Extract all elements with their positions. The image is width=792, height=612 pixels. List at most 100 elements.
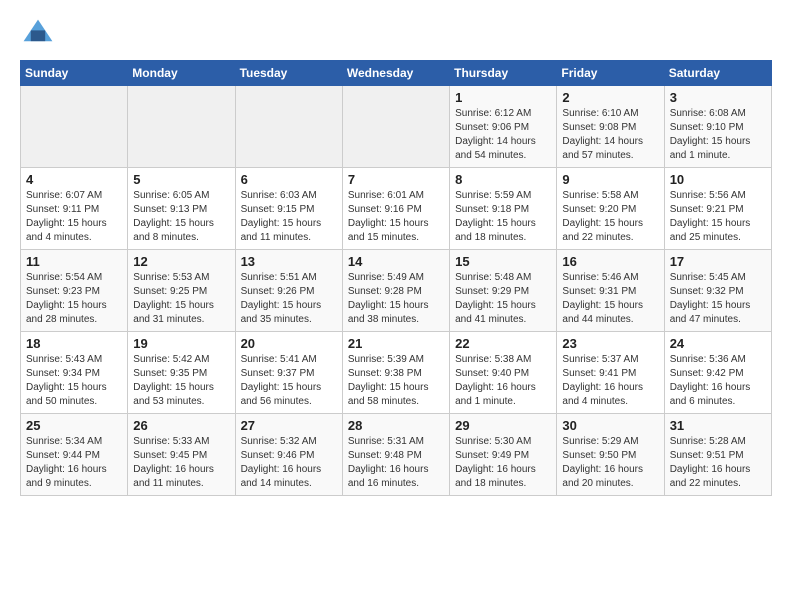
day-info: Sunrise: 5:37 AM Sunset: 9:41 PM Dayligh… bbox=[562, 353, 658, 409]
day-info: Sunrise: 6:12 AM Sunset: 9:06 PM Dayligh… bbox=[455, 107, 551, 163]
day-number: 6 bbox=[241, 172, 337, 187]
calendar-cell: 7 Sunrise: 6:01 AM Sunset: 9:16 PM Daylig… bbox=[342, 168, 449, 250]
calendar-body: 1 Sunrise: 6:12 AM Sunset: 9:06 PM Daylig… bbox=[21, 86, 772, 496]
day-info: Sunrise: 5:58 AM Sunset: 9:20 PM Dayligh… bbox=[562, 189, 658, 245]
calendar-cell: 9 Sunrise: 5:58 AM Sunset: 9:20 PM Daylig… bbox=[557, 168, 664, 250]
calendar-cell: 31 Sunrise: 5:28 AM Sunset: 9:51 PM Dayli… bbox=[664, 414, 771, 496]
calendar-cell: 29 Sunrise: 5:30 AM Sunset: 9:49 PM Dayli… bbox=[450, 414, 557, 496]
day-number: 7 bbox=[348, 172, 444, 187]
day-number: 1 bbox=[455, 90, 551, 105]
calendar-cell bbox=[128, 86, 235, 168]
day-info: Sunrise: 5:31 AM Sunset: 9:48 PM Dayligh… bbox=[348, 435, 444, 491]
calendar-cell: 17Sunrise: 5:45 AM Sunset: 9:32 PM Dayli… bbox=[664, 250, 771, 332]
calendar-cell: 11 Sunrise: 5:54 AM Sunset: 9:23 PM Dayli… bbox=[21, 250, 128, 332]
day-number: 3 bbox=[670, 90, 766, 105]
day-info: Sunrise: 5:54 AM Sunset: 9:23 PM Dayligh… bbox=[26, 271, 122, 327]
calendar-cell: 28Sunrise: 5:31 AM Sunset: 9:48 PM Dayli… bbox=[342, 414, 449, 496]
day-info: Sunrise: 5:34 AM Sunset: 9:44 PM Dayligh… bbox=[26, 435, 122, 491]
calendar-cell: 4Sunrise: 6:07 AM Sunset: 9:11 PM Daylig… bbox=[21, 168, 128, 250]
day-info: Sunrise: 5:48 AM Sunset: 9:29 PM Dayligh… bbox=[455, 271, 551, 327]
day-info: Sunrise: 6:03 AM Sunset: 9:15 PM Dayligh… bbox=[241, 189, 337, 245]
day-number: 13 bbox=[241, 254, 337, 269]
calendar-cell bbox=[342, 86, 449, 168]
logo-icon bbox=[20, 16, 56, 52]
calendar-cell: 5Sunrise: 6:05 AM Sunset: 9:13 PM Daylig… bbox=[128, 168, 235, 250]
day-number: 9 bbox=[562, 172, 658, 187]
calendar-cell: 13 Sunrise: 5:51 AM Sunset: 9:26 PM Dayli… bbox=[235, 250, 342, 332]
calendar-cell: 25Sunrise: 5:34 AM Sunset: 9:44 PM Dayli… bbox=[21, 414, 128, 496]
day-number: 23 bbox=[562, 336, 658, 351]
day-number: 24 bbox=[670, 336, 766, 351]
day-info: Sunrise: 6:08 AM Sunset: 9:10 PM Dayligh… bbox=[670, 107, 766, 163]
calendar-cell: 18Sunrise: 5:43 AM Sunset: 9:34 PM Dayli… bbox=[21, 332, 128, 414]
day-info: Sunrise: 5:49 AM Sunset: 9:28 PM Dayligh… bbox=[348, 271, 444, 327]
calendar-cell: 1 Sunrise: 6:12 AM Sunset: 9:06 PM Daylig… bbox=[450, 86, 557, 168]
calendar-cell: 20Sunrise: 5:41 AM Sunset: 9:37 PM Dayli… bbox=[235, 332, 342, 414]
day-number: 30 bbox=[562, 418, 658, 433]
calendar-cell: 10 Sunrise: 5:56 AM Sunset: 9:21 PM Dayli… bbox=[664, 168, 771, 250]
weekday-header-monday: Monday bbox=[128, 61, 235, 86]
day-number: 22 bbox=[455, 336, 551, 351]
calendar-cell bbox=[235, 86, 342, 168]
week-row-2: 4Sunrise: 6:07 AM Sunset: 9:11 PM Daylig… bbox=[21, 168, 772, 250]
calendar-cell bbox=[21, 86, 128, 168]
day-info: Sunrise: 5:59 AM Sunset: 9:18 PM Dayligh… bbox=[455, 189, 551, 245]
week-row-1: 1 Sunrise: 6:12 AM Sunset: 9:06 PM Daylig… bbox=[21, 86, 772, 168]
calendar-cell: 14 Sunrise: 5:49 AM Sunset: 9:28 PM Dayli… bbox=[342, 250, 449, 332]
day-info: Sunrise: 5:51 AM Sunset: 9:26 PM Dayligh… bbox=[241, 271, 337, 327]
calendar-cell: 27 Sunrise: 5:32 AM Sunset: 9:46 PM Dayli… bbox=[235, 414, 342, 496]
page-header bbox=[20, 16, 772, 52]
day-info: Sunrise: 5:42 AM Sunset: 9:35 PM Dayligh… bbox=[133, 353, 229, 409]
day-number: 2 bbox=[562, 90, 658, 105]
day-info: Sunrise: 5:53 AM Sunset: 9:25 PM Dayligh… bbox=[133, 271, 229, 327]
day-number: 31 bbox=[670, 418, 766, 433]
day-number: 29 bbox=[455, 418, 551, 433]
logo bbox=[20, 16, 62, 52]
day-info: Sunrise: 5:36 AM Sunset: 9:42 PM Dayligh… bbox=[670, 353, 766, 409]
day-number: 14 bbox=[348, 254, 444, 269]
day-number: 8 bbox=[455, 172, 551, 187]
calendar-cell: 6 Sunrise: 6:03 AM Sunset: 9:15 PM Daylig… bbox=[235, 168, 342, 250]
weekday-header-wednesday: Wednesday bbox=[342, 61, 449, 86]
day-number: 16 bbox=[562, 254, 658, 269]
day-info: Sunrise: 5:30 AM Sunset: 9:49 PM Dayligh… bbox=[455, 435, 551, 491]
weekday-header-sunday: Sunday bbox=[21, 61, 128, 86]
day-info: Sunrise: 5:33 AM Sunset: 9:45 PM Dayligh… bbox=[133, 435, 229, 491]
weekday-header-thursday: Thursday bbox=[450, 61, 557, 86]
day-number: 19 bbox=[133, 336, 229, 351]
calendar-cell: 30 Sunrise: 5:29 AM Sunset: 9:50 PM Dayli… bbox=[557, 414, 664, 496]
day-info: Sunrise: 6:05 AM Sunset: 9:13 PM Dayligh… bbox=[133, 189, 229, 245]
calendar-cell: 19 Sunrise: 5:42 AM Sunset: 9:35 PM Dayli… bbox=[128, 332, 235, 414]
day-info: Sunrise: 6:10 AM Sunset: 9:08 PM Dayligh… bbox=[562, 107, 658, 163]
week-row-3: 11 Sunrise: 5:54 AM Sunset: 9:23 PM Dayli… bbox=[21, 250, 772, 332]
calendar-header: SundayMondayTuesdayWednesdayThursdayFrid… bbox=[21, 61, 772, 86]
calendar-cell: 16 Sunrise: 5:46 AM Sunset: 9:31 PM Dayli… bbox=[557, 250, 664, 332]
day-number: 18 bbox=[26, 336, 122, 351]
calendar-cell: 12 Sunrise: 5:53 AM Sunset: 9:25 PM Dayli… bbox=[128, 250, 235, 332]
day-number: 11 bbox=[26, 254, 122, 269]
day-info: Sunrise: 5:29 AM Sunset: 9:50 PM Dayligh… bbox=[562, 435, 658, 491]
day-info: Sunrise: 5:56 AM Sunset: 9:21 PM Dayligh… bbox=[670, 189, 766, 245]
day-number: 10 bbox=[670, 172, 766, 187]
day-info: Sunrise: 5:28 AM Sunset: 9:51 PM Dayligh… bbox=[670, 435, 766, 491]
day-number: 20 bbox=[241, 336, 337, 351]
day-info: Sunrise: 5:46 AM Sunset: 9:31 PM Dayligh… bbox=[562, 271, 658, 327]
week-row-4: 18Sunrise: 5:43 AM Sunset: 9:34 PM Dayli… bbox=[21, 332, 772, 414]
calendar-cell: 22 Sunrise: 5:38 AM Sunset: 9:40 PM Dayli… bbox=[450, 332, 557, 414]
calendar-cell: 23 Sunrise: 5:37 AM Sunset: 9:41 PM Dayli… bbox=[557, 332, 664, 414]
calendar-cell: 2 Sunrise: 6:10 AM Sunset: 9:08 PM Daylig… bbox=[557, 86, 664, 168]
day-number: 27 bbox=[241, 418, 337, 433]
day-info: Sunrise: 5:32 AM Sunset: 9:46 PM Dayligh… bbox=[241, 435, 337, 491]
day-info: Sunrise: 5:39 AM Sunset: 9:38 PM Dayligh… bbox=[348, 353, 444, 409]
week-row-5: 25Sunrise: 5:34 AM Sunset: 9:44 PM Dayli… bbox=[21, 414, 772, 496]
day-number: 4 bbox=[26, 172, 122, 187]
weekday-row: SundayMondayTuesdayWednesdayThursdayFrid… bbox=[21, 61, 772, 86]
weekday-header-saturday: Saturday bbox=[664, 61, 771, 86]
day-info: Sunrise: 6:01 AM Sunset: 9:16 PM Dayligh… bbox=[348, 189, 444, 245]
calendar-cell: 8 Sunrise: 5:59 AM Sunset: 9:18 PM Daylig… bbox=[450, 168, 557, 250]
day-info: Sunrise: 5:38 AM Sunset: 9:40 PM Dayligh… bbox=[455, 353, 551, 409]
day-number: 12 bbox=[133, 254, 229, 269]
day-number: 26 bbox=[133, 418, 229, 433]
calendar-table: SundayMondayTuesdayWednesdayThursdayFrid… bbox=[20, 60, 772, 496]
calendar-cell: 15Sunrise: 5:48 AM Sunset: 9:29 PM Dayli… bbox=[450, 250, 557, 332]
